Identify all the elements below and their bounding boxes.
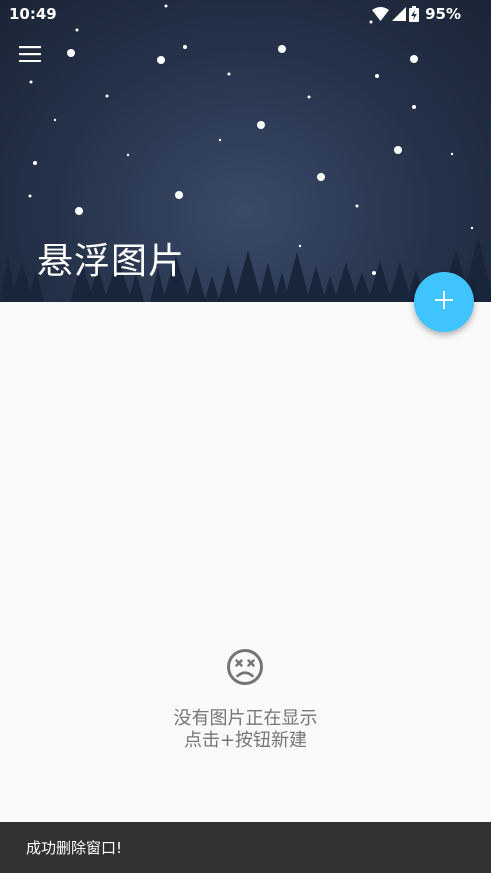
battery-charging-icon [409, 6, 420, 22]
page-title: 悬浮图片 [37, 241, 186, 282]
wifi-icon [372, 7, 390, 21]
header-banner: 10:49 95% 悬浮图片 [0, 0, 491, 302]
add-image-button[interactable] [414, 272, 474, 332]
sad-face-icon [226, 648, 264, 686]
plus-icon [435, 291, 453, 313]
empty-state-line1: 没有图片正在显示 [173, 708, 318, 729]
menu-button[interactable] [14, 40, 46, 72]
empty-state-message: 没有图片正在显示 点击+按钮新建 [0, 708, 491, 752]
snackbar-message: 成功删除窗口! [26, 839, 123, 857]
empty-state-line2: 点击+按钮新建 [183, 730, 308, 751]
cell-signal-icon [392, 7, 407, 21]
hamburger-menu-icon [19, 46, 41, 66]
battery-percent: 95% [425, 5, 461, 23]
status-bar: 10:49 95% [0, 0, 491, 28]
snackbar: 成功删除窗口! [0, 822, 491, 873]
status-time: 10:49 [9, 5, 57, 23]
